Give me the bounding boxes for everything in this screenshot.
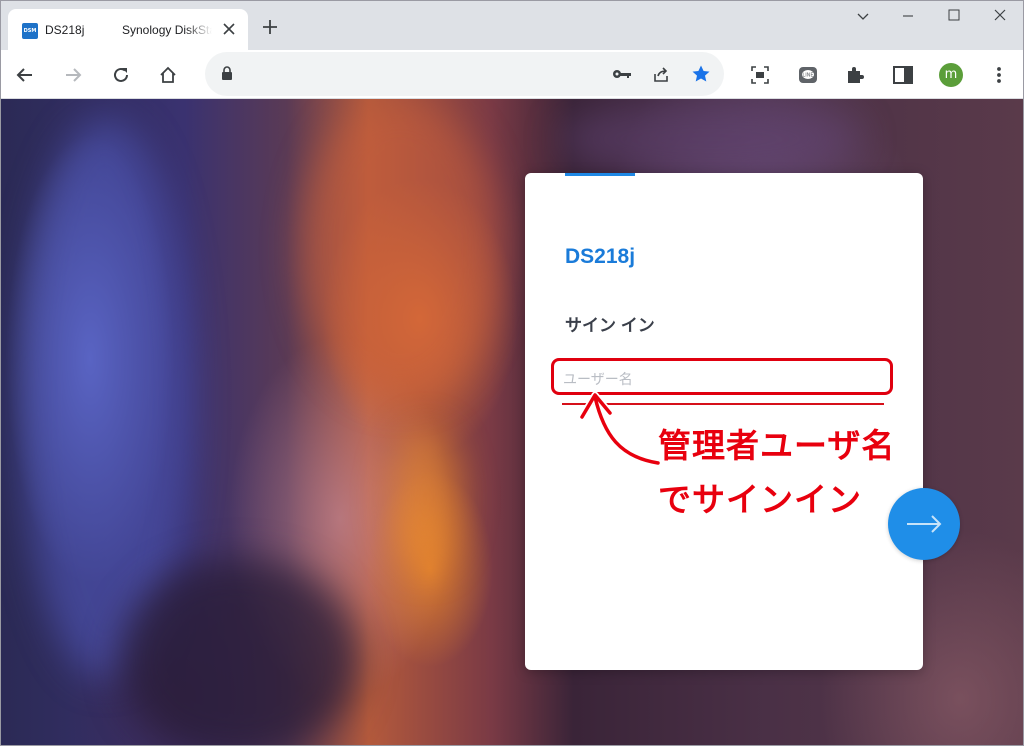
background-rock-top bbox=[560, 99, 860, 179]
screenshot-icon[interactable] bbox=[747, 62, 773, 88]
tab-search-chevron-down-icon[interactable] bbox=[852, 6, 874, 26]
annotation-arrow-icon bbox=[580, 391, 662, 467]
reload-icon[interactable] bbox=[108, 62, 134, 88]
back-icon[interactable] bbox=[12, 62, 38, 88]
tab-strip: DSM DS218j Synology DiskStation bbox=[0, 0, 1024, 50]
star-icon[interactable] bbox=[688, 61, 714, 87]
menu-icon[interactable] bbox=[986, 62, 1012, 88]
svg-text:LINE: LINE bbox=[802, 73, 813, 79]
card-accent-bar bbox=[565, 173, 635, 176]
minimize-button[interactable] bbox=[897, 6, 919, 26]
share-icon[interactable] bbox=[648, 61, 674, 87]
browser-toolbar: LINE m bbox=[0, 50, 1024, 99]
address-bar[interactable] bbox=[205, 52, 724, 96]
annotation-text-line1: 管理者ユーザ名 bbox=[658, 427, 896, 464]
close-window-button[interactable] bbox=[989, 6, 1011, 26]
tab-title: DS218j bbox=[45, 23, 85, 37]
sidepanel-icon[interactable] bbox=[890, 62, 916, 88]
maximize-button[interactable] bbox=[943, 6, 965, 26]
arrow-right-icon bbox=[907, 515, 942, 533]
tab-close-icon[interactable] bbox=[220, 21, 238, 39]
profile-avatar[interactable]: m bbox=[938, 62, 964, 88]
forward-icon[interactable] bbox=[60, 62, 86, 88]
page-viewport: DS218j サイン イン 管理者ユーザ名 でサインイン bbox=[0, 99, 1024, 746]
background-rock-shadow bbox=[120, 559, 360, 746]
avatar: m bbox=[939, 63, 963, 87]
annotation-highlight-box bbox=[551, 358, 893, 395]
extensions-icon[interactable] bbox=[842, 62, 868, 88]
dsm-favicon-icon: DSM bbox=[22, 23, 38, 39]
new-tab-button[interactable] bbox=[259, 17, 281, 39]
background-rock-glow bbox=[390, 429, 460, 569]
signin-heading: サイン イン bbox=[565, 316, 655, 335]
annotation-text-line2: でサインイン bbox=[658, 481, 862, 518]
tab-ds218j[interactable]: DSM DS218j Synology DiskStation bbox=[8, 9, 248, 50]
home-icon[interactable] bbox=[155, 62, 181, 88]
line-icon[interactable]: LINE bbox=[795, 62, 821, 88]
lock-icon[interactable] bbox=[221, 66, 233, 85]
next-button[interactable] bbox=[888, 488, 960, 560]
background-rock-orange bbox=[300, 99, 500, 399]
key-icon[interactable] bbox=[609, 61, 635, 87]
tab-title-secondary: Synology DiskStation bbox=[122, 23, 212, 37]
hostname-title: DS218j bbox=[565, 245, 636, 268]
